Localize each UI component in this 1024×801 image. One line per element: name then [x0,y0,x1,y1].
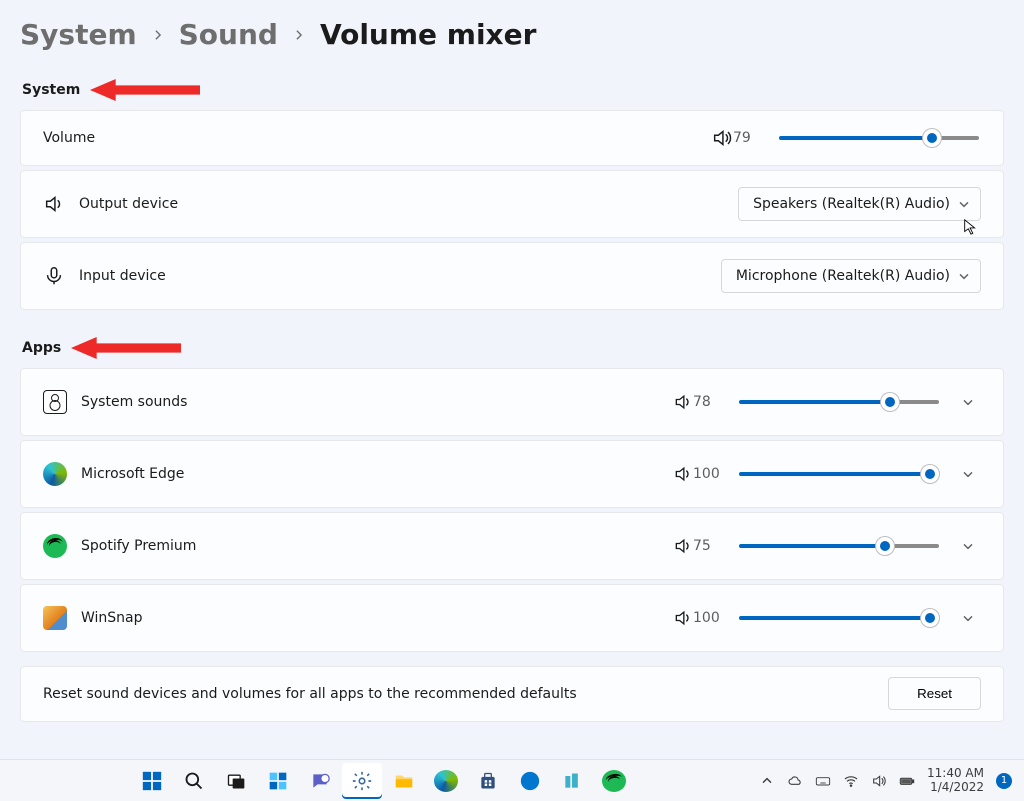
winsnap-icon [43,606,67,630]
app-volume-slider[interactable] [739,400,939,404]
system-volume-slider[interactable] [779,136,979,140]
expand-button[interactable] [955,605,981,631]
expand-button[interactable] [955,533,981,559]
system-volume-row: Volume 79 [20,110,1004,166]
wifi-icon[interactable] [843,773,859,789]
systemsounds-icon [43,390,67,414]
app-volume-row: WinSnap 100 [20,584,1004,652]
speaker-icon[interactable] [673,464,693,484]
speaker-icon[interactable] [673,392,693,412]
search-button[interactable] [174,763,214,799]
breadcrumb-volume-mixer: Volume mixer [320,18,536,52]
store-button[interactable] [468,763,508,799]
speaker-icon[interactable] [711,127,733,149]
speaker-icon [43,193,65,215]
expand-button[interactable] [955,461,981,487]
chevron-down-icon [956,268,972,284]
app-name-label: Spotify Premium [81,538,196,554]
app-name-label: WinSnap [81,610,143,626]
speaker-icon[interactable] [673,608,693,628]
taskbar: 11:40 AM 1/4/2022 1 [0,759,1024,801]
app-volume-value: 100 [693,610,727,626]
app-volume-slider[interactable] [739,544,939,548]
volume-icon[interactable] [871,773,887,789]
clock[interactable]: 11:40 AM 1/4/2022 [927,767,984,793]
chevron-right-icon [151,28,165,42]
app-name-label: System sounds [81,394,187,410]
reset-description: Reset sound devices and volumes for all … [43,686,577,702]
reset-row: Reset sound devices and volumes for all … [20,666,1004,722]
chevron-right-icon [292,28,306,42]
app-volume-value: 78 [693,394,727,410]
dell-button[interactable] [510,763,550,799]
explorer-button[interactable] [384,763,424,799]
tray-overflow-button[interactable] [759,773,775,789]
start-button[interactable] [132,763,172,799]
input-device-select[interactable]: Microphone (Realtek(R) Audio) [721,259,981,293]
chevron-down-icon [956,196,972,212]
breadcrumb-sound[interactable]: Sound [179,18,278,52]
section-heading-system: System [22,82,80,98]
spotify-icon [43,534,67,558]
speaker-icon[interactable] [673,536,693,556]
notification-badge[interactable]: 1 [996,773,1012,789]
app-volume-value: 75 [693,538,727,554]
spotify-button[interactable] [594,763,634,799]
input-device-label: Input device [79,268,166,284]
app-volume-slider[interactable] [739,472,939,476]
breadcrumb: System Sound Volume mixer [20,18,1004,52]
output-device-row: Output device Speakers (Realtek(R) Audio… [20,170,1004,238]
system-volume-label: Volume [43,130,95,146]
app-volume-value: 100 [693,466,727,482]
system-volume-value: 79 [733,130,767,146]
app-volume-slider[interactable] [739,616,939,620]
widgets-button[interactable] [258,763,298,799]
breadcrumb-system[interactable]: System [20,18,137,52]
output-device-select[interactable]: Speakers (Realtek(R) Audio) [738,187,981,221]
edge-icon [43,462,67,486]
battery-icon[interactable] [899,773,915,789]
settings-app-button[interactable] [342,763,382,799]
reset-button[interactable]: Reset [888,677,981,710]
onedrive-icon[interactable] [787,773,803,789]
edge-button[interactable] [426,763,466,799]
app-volume-row: Spotify Premium 75 [20,512,1004,580]
taskview-button[interactable] [216,763,256,799]
app-name-label: Microsoft Edge [81,466,184,482]
microphone-icon [43,265,65,287]
chat-button[interactable] [300,763,340,799]
annotation-arrow-icon [90,78,200,102]
input-device-row: Input device Microphone (Realtek(R) Audi… [20,242,1004,310]
app-volume-row: System sounds 78 [20,368,1004,436]
app-volume-row: Microsoft Edge 100 [20,440,1004,508]
expand-button[interactable] [955,389,981,415]
output-device-label: Output device [79,196,178,212]
annotation-arrow-icon [71,336,181,360]
section-heading-apps: Apps [22,340,61,356]
buildings-button[interactable] [552,763,592,799]
keyboard-icon[interactable] [815,773,831,789]
